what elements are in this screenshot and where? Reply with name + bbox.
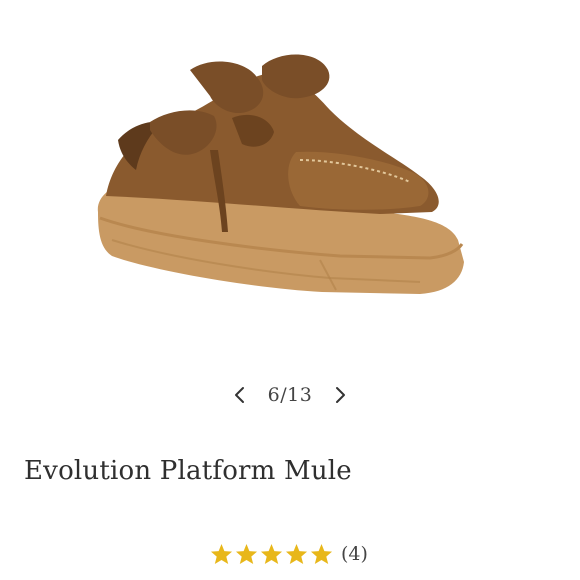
star-icon <box>235 543 258 565</box>
prev-image-button[interactable] <box>224 380 254 410</box>
star-icon <box>285 543 308 565</box>
product-rating[interactable]: (4) <box>210 543 368 565</box>
next-image-button[interactable] <box>326 380 356 410</box>
star-icon <box>260 543 283 565</box>
star-icon <box>310 543 333 565</box>
product-image <box>97 54 465 294</box>
review-count[interactable]: (4) <box>341 543 368 565</box>
chevron-left-icon <box>234 387 244 403</box>
star-icon <box>210 543 233 565</box>
chevron-right-icon <box>336 387 346 403</box>
image-counter: 6/13 <box>267 384 313 406</box>
star-rating <box>210 543 335 565</box>
product-title: Evolution Platform Mule <box>24 456 352 486</box>
gallery-pager: 6/13 <box>0 380 580 410</box>
